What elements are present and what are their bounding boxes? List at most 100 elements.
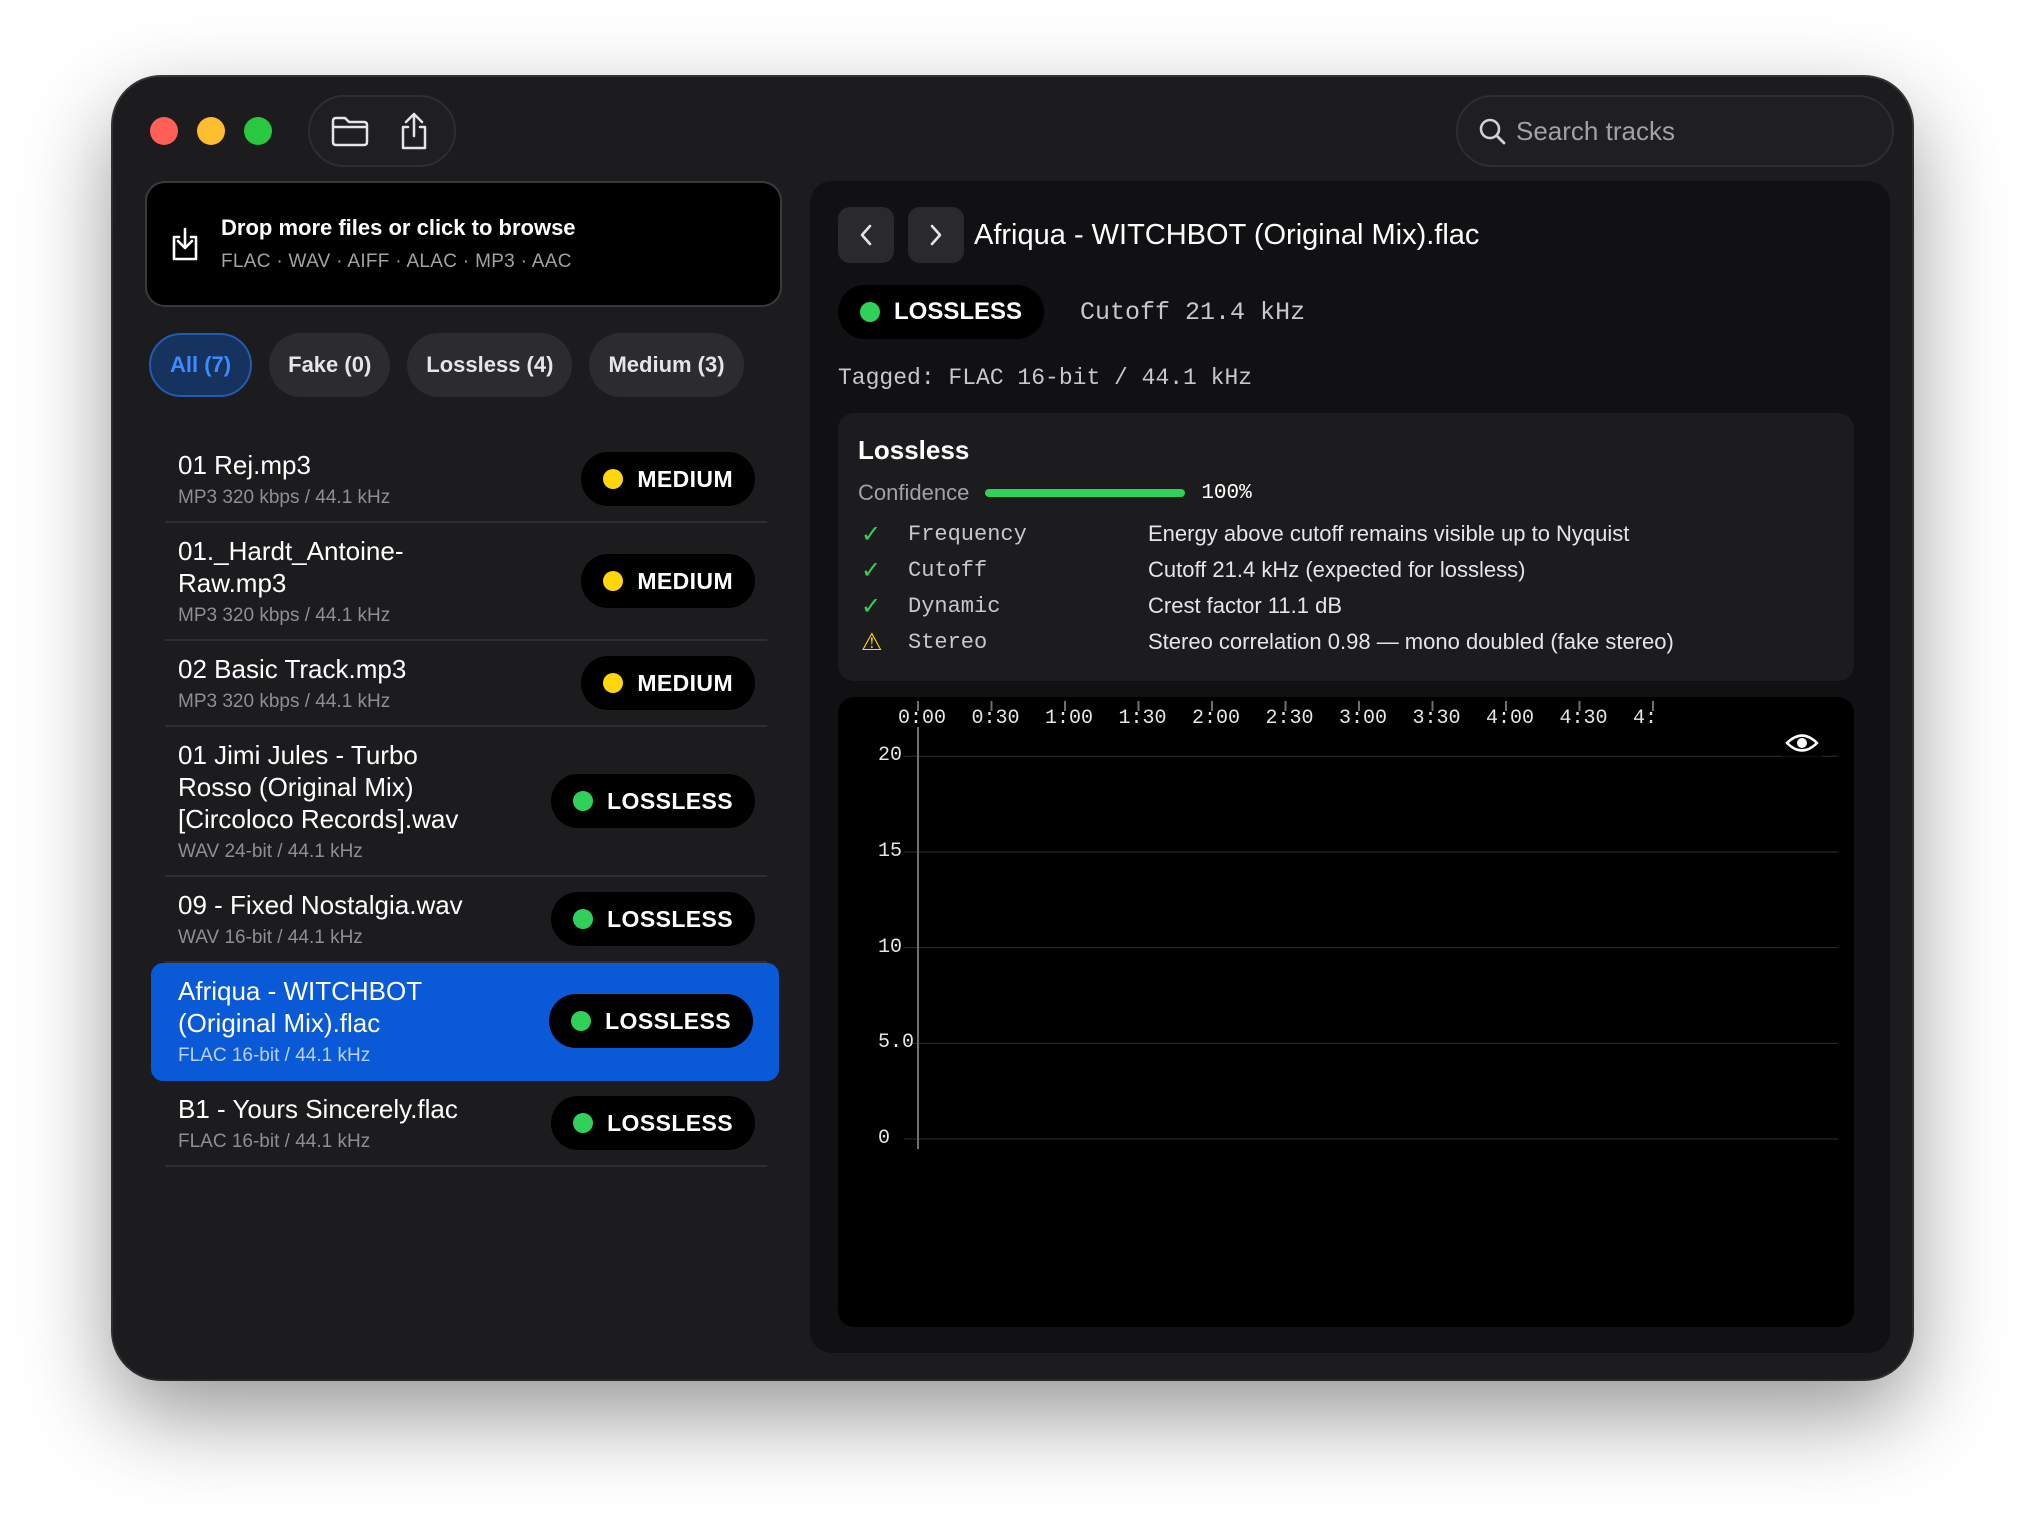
search-box[interactable] bbox=[1456, 95, 1894, 167]
confidence-label: Confidence bbox=[858, 480, 970, 505]
track-status-dot bbox=[603, 469, 624, 489]
track-status-badge: MEDIUM bbox=[581, 656, 755, 710]
track-name: 02 Basic Track.mp3 bbox=[178, 654, 407, 684]
track-row[interactable]: 01._Hardt_Antoine-Raw.mp3 MP3 320 kbps / … bbox=[165, 523, 767, 641]
track-name: B1 - Yours Sincerely.flac bbox=[178, 1094, 458, 1124]
spectrogram: 0:00 0:30 1:00 1:30 2:00 2:30 3:00 3:30 4:00 4:30… bbox=[838, 697, 1854, 1327]
drop-zone-text: Drop more files or click to browse FLAC … bbox=[221, 215, 576, 273]
drop-zone-title: Drop more files or click to browse bbox=[221, 215, 576, 240]
chevron-right-icon bbox=[930, 224, 942, 246]
track-text: 01 Rej.mp3 MP3 320 kbps / 44.1 kHz bbox=[178, 449, 483, 509]
frequency-tick-label: 20 bbox=[878, 744, 903, 768]
analysis-card: Lossless Confidence 100% ✓ Frequency Energ… bbox=[838, 413, 1854, 681]
time-tick-label: 0:00 bbox=[898, 707, 947, 730]
track-status-dot bbox=[573, 791, 594, 811]
track-status-dot bbox=[573, 1113, 594, 1133]
confidence-value: 100% bbox=[1201, 481, 1252, 505]
track-name: 09 - Fixed Nostalgia.wav bbox=[178, 890, 463, 920]
open-folder-button[interactable] bbox=[326, 107, 374, 155]
previous-track-button[interactable] bbox=[838, 207, 894, 263]
track-row[interactable]: Afriqua - WITCHBOT (Original Mix).flac FL… bbox=[151, 963, 779, 1081]
tagged-format: Tagged: FLAC 16-bit / 44.1 kHz bbox=[838, 365, 1253, 391]
cutoff-readout: Cutoff 21.4 kHz bbox=[1080, 297, 1306, 327]
track-status-dot bbox=[603, 571, 624, 591]
warning-icon: ⚠ bbox=[861, 628, 883, 656]
status-dot bbox=[860, 302, 880, 322]
track-title: Afriqua - WITCHBOT (Original Mix).flac bbox=[974, 219, 1480, 251]
track-row[interactable]: 01 Rej.mp3 MP3 320 kbps / 44.1 kHz MEDIUM bbox=[165, 437, 767, 523]
status-row: LOSSLESS Cutoff 21.4 kHz bbox=[838, 285, 1305, 339]
drop-zone[interactable]: Drop more files or click to browse FLAC … bbox=[145, 181, 782, 307]
track-status-dot bbox=[571, 1011, 592, 1031]
track-status-label: LOSSLESS bbox=[605, 1007, 731, 1034]
track-text: 09 - Fixed Nostalgia.wav WAV 16-bit / 44.… bbox=[178, 889, 483, 949]
check-name: Stereo bbox=[908, 629, 988, 655]
time-tick-label: 4:30 bbox=[1559, 707, 1608, 730]
zoom-window-button[interactable] bbox=[244, 117, 272, 145]
check-list: ✓ Frequency Energy above cutoff remains vi… bbox=[858, 516, 1834, 660]
detail-panel: Afriqua - WITCHBOT (Original Mix).flac L… bbox=[810, 181, 1890, 1353]
track-status-label: MEDIUM bbox=[637, 567, 733, 594]
track-status-label: LOSSLESS bbox=[607, 905, 733, 932]
track-format: MP3 320 kbps / 44.1 kHz bbox=[178, 487, 391, 508]
track-status-badge: MEDIUM bbox=[581, 554, 755, 608]
search-input[interactable] bbox=[1516, 115, 1876, 147]
time-tick-label: 4: bbox=[1633, 707, 1658, 730]
track-status-label: LOSSLESS bbox=[607, 1109, 733, 1136]
track-text: Afriqua - WITCHBOT (Original Mix).flac FL… bbox=[178, 975, 483, 1067]
track-format: MP3 320 kbps / 44.1 kHz bbox=[178, 605, 391, 626]
filter-chip-4[interactable]: Medium (3) bbox=[589, 333, 744, 397]
track-row[interactable]: 01 Jimi Jules - Turbo Rosso (Original Mi… bbox=[165, 727, 767, 877]
track-format: FLAC 16-bit / 44.1 kHz bbox=[178, 1131, 371, 1152]
toggle-overlay-button[interactable] bbox=[1778, 719, 1826, 767]
track-status-label: MEDIUM bbox=[637, 669, 733, 696]
frequency-tick-label: 0 bbox=[878, 1127, 891, 1150]
check-name: Cutoff bbox=[908, 557, 988, 583]
toolbar-group bbox=[308, 95, 456, 167]
time-tick-label: 2:00 bbox=[1192, 707, 1241, 730]
track-name: 01._Hardt_Antoine-Raw.mp3 bbox=[178, 536, 404, 598]
minimize-window-button[interactable] bbox=[197, 117, 225, 145]
track-name: 01 Jimi Jules - Turbo Rosso (Original Mi… bbox=[178, 740, 459, 834]
track-row[interactable]: 02 Basic Track.mp3 MP3 320 kbps / 44.1 kH… bbox=[165, 641, 767, 727]
filter-chip-3[interactable]: Lossless (4) bbox=[407, 333, 573, 397]
track-format: WAV 24-bit / 44.1 kHz bbox=[178, 841, 363, 862]
app-window: Drop more files or click to browse FLAC … bbox=[113, 77, 1912, 1379]
check-description: Crest factor 11.1 dB bbox=[1148, 593, 1343, 618]
next-track-button[interactable] bbox=[908, 207, 964, 263]
share-icon bbox=[401, 112, 427, 150]
time-tick-label: 2:30 bbox=[1265, 707, 1314, 730]
track-status-dot bbox=[603, 673, 624, 693]
track-list: 01 Rej.mp3 MP3 320 kbps / 44.1 kHz MEDIUM 0… bbox=[151, 437, 779, 1167]
chevron-left-icon bbox=[860, 224, 872, 246]
folder-icon bbox=[331, 116, 369, 147]
status-label: LOSSLESS bbox=[894, 298, 1023, 325]
track-row[interactable]: 09 - Fixed Nostalgia.wav WAV 16-bit / 44.… bbox=[165, 877, 767, 963]
check-description: Stereo correlation 0.98 — mono doubled (… bbox=[1148, 629, 1674, 654]
check-icon: ✓ bbox=[861, 520, 882, 548]
filter-chip-2[interactable]: Fake (0) bbox=[269, 333, 391, 397]
track-text: B1 - Yours Sincerely.flac FLAC 16-bit / 4… bbox=[178, 1093, 483, 1153]
check-row-dynamic: ✓ Dynamic Crest factor 11.1 dB bbox=[858, 588, 1834, 624]
track-status-badge: LOSSLESS bbox=[551, 774, 755, 828]
track-text: 02 Basic Track.mp3 MP3 320 kbps / 44.1 kH… bbox=[178, 653, 483, 713]
frequency-tick-label: 15 bbox=[878, 839, 903, 863]
spectrogram-axes bbox=[904, 701, 1838, 1149]
time-tick-label: 1:00 bbox=[1045, 707, 1094, 730]
time-tick-label: 4:00 bbox=[1486, 707, 1535, 730]
share-button[interactable] bbox=[390, 107, 438, 155]
track-row[interactable]: B1 - Yours Sincerely.flac FLAC 16-bit / 4… bbox=[165, 1081, 767, 1167]
check-description: Energy above cutoff remains visible up t… bbox=[1148, 521, 1630, 546]
confidence-fill bbox=[985, 489, 1186, 497]
close-window-button[interactable] bbox=[150, 117, 178, 145]
track-format: WAV 16-bit / 44.1 kHz bbox=[178, 927, 363, 948]
filter-chip-1[interactable]: All (7) bbox=[149, 333, 253, 397]
check-icon: ✓ bbox=[861, 592, 882, 620]
track-status-badge: LOSSLESS bbox=[549, 994, 753, 1048]
status-badge: LOSSLESS bbox=[838, 285, 1045, 339]
track-status-badge: MEDIUM bbox=[581, 452, 755, 506]
track-status-badge: LOSSLESS bbox=[551, 1096, 755, 1150]
check-name: Frequency bbox=[908, 521, 1027, 547]
drop-zone-formats: FLAC · WAV · AIFF · ALAC · MP3 · AAC bbox=[221, 251, 572, 272]
check-row-cutoff: ✓ Cutoff Cutoff 21.4 kHz (expected for los… bbox=[858, 552, 1834, 588]
